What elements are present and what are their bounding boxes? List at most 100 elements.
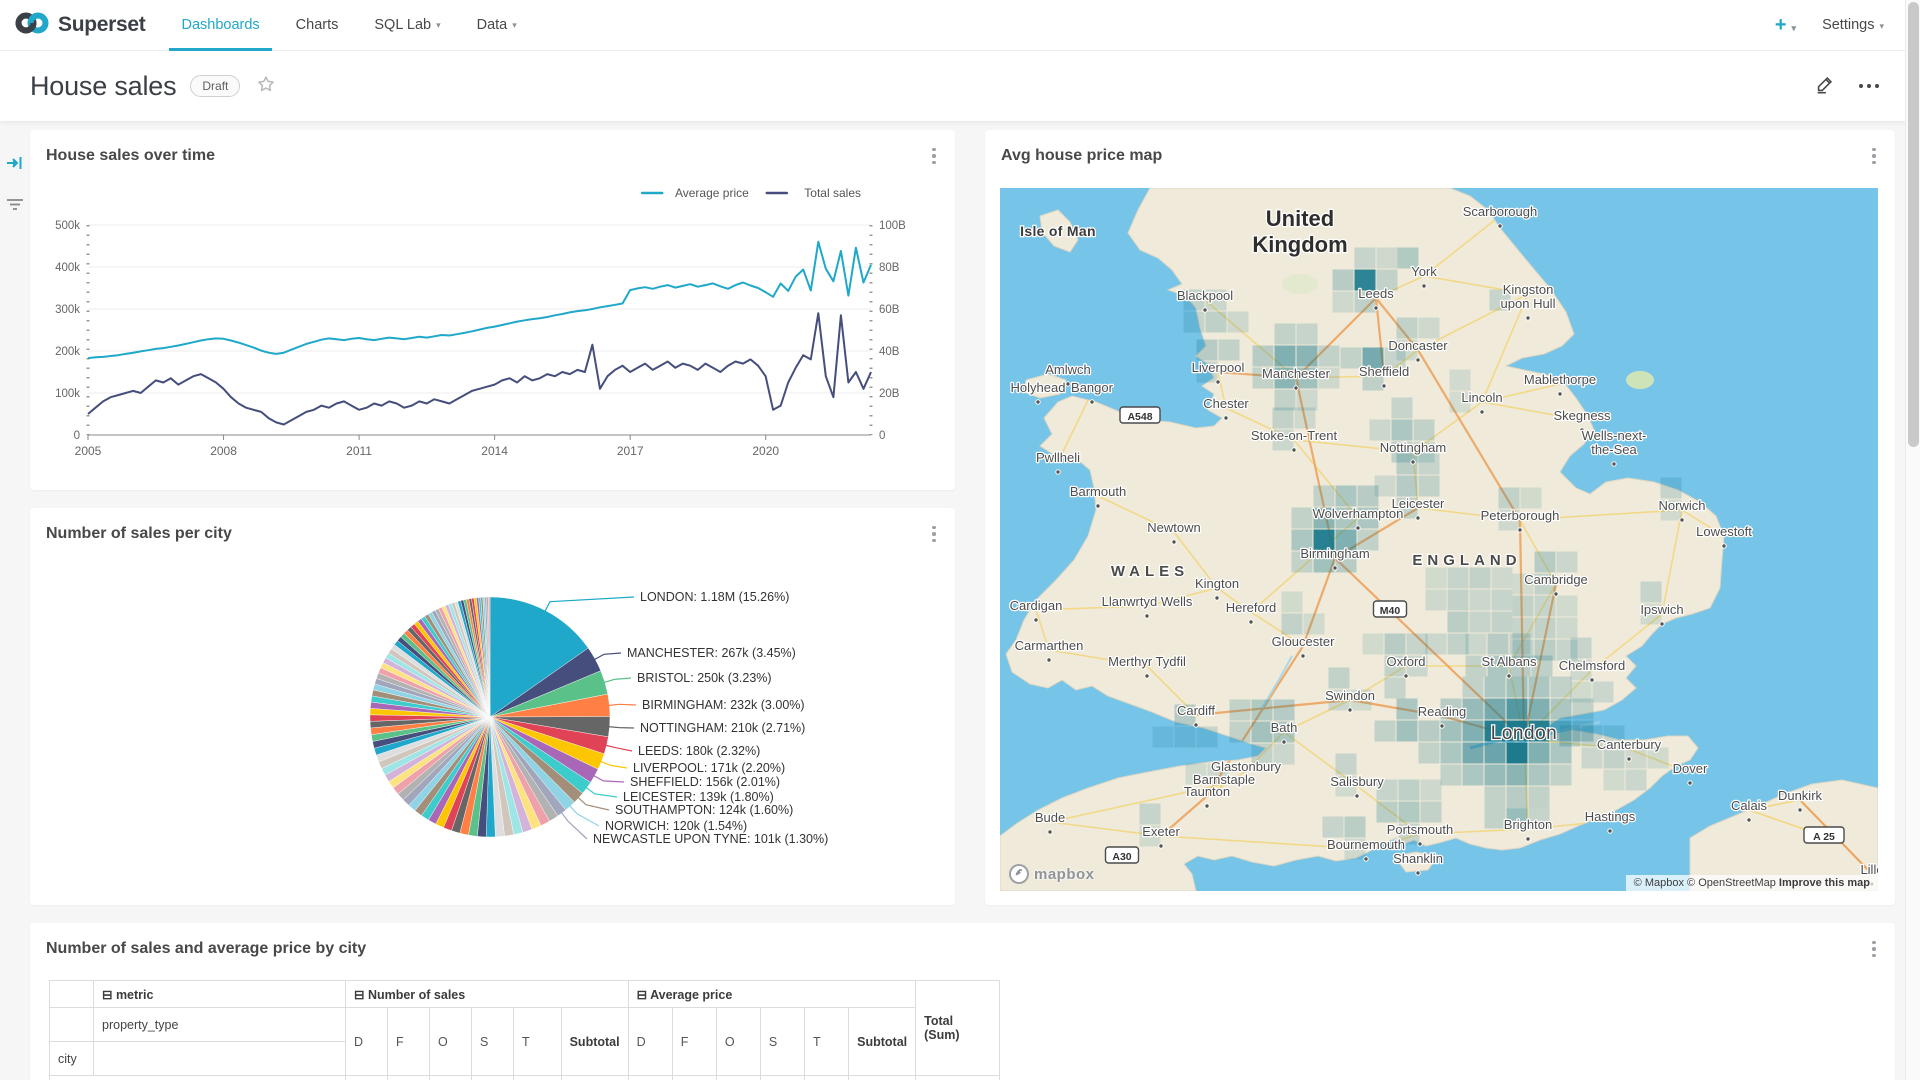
- nav-item-dashboards[interactable]: Dashboards: [163, 0, 277, 50]
- new-item-button[interactable]: +▾: [1775, 14, 1796, 37]
- mapbox-logo[interactable]: mapbox: [1008, 863, 1095, 885]
- average-price-group-header: ⊟ Average price: [628, 981, 916, 1008]
- pie-slice-label: NEWCASTLE UPON TYNE: 101k (1.30%): [593, 832, 828, 846]
- price-value: 746k: [716, 1076, 760, 1080]
- chart-menu-kebab-icon[interactable]: [927, 145, 941, 167]
- pie-slice-label: LEICESTER: 139k (1.80%): [623, 790, 774, 804]
- line-chart: Total salesAverage price00100k20B200k40B…: [30, 173, 923, 473]
- nav-right: +▾ Settings▾: [1775, 14, 1920, 37]
- map-city-label: Exeter: [1142, 824, 1180, 839]
- mapbox-attribution-link[interactable]: © Mapbox: [1634, 877, 1684, 889]
- map-city-label: Manchester: [1262, 366, 1331, 381]
- svg-text:100k: 100k: [55, 388, 80, 400]
- svg-text:2008: 2008: [210, 444, 237, 458]
- map-region-label: WALES: [1111, 563, 1189, 580]
- filter-rail: [6, 155, 24, 217]
- nav-item-data[interactable]: Data▾: [459, 0, 535, 50]
- map-city-label: Portsmouth: [1387, 822, 1453, 837]
- chart-title: Avg house price map: [1001, 147, 1162, 165]
- nav-items: DashboardsChartsSQL Lab▾Data▾: [163, 0, 534, 50]
- map-city-label: Wells-next-: [1582, 428, 1647, 443]
- sales-value: 841: [472, 1076, 514, 1080]
- filter-icon[interactable]: [6, 198, 24, 217]
- map-attribution: © Mapbox © OpenStreetMap Improve this ma…: [1626, 875, 1878, 891]
- price-value: 202k: [672, 1076, 716, 1080]
- pie-slice-label: NOTTINGHAM: 210k (2.71%): [640, 721, 805, 735]
- map-city-label: Doncaster: [1388, 338, 1448, 353]
- page-scrollbar[interactable]: [1905, 0, 1920, 1080]
- more-actions-icon[interactable]: [1858, 77, 1880, 95]
- map-city-label: Brighton: [1504, 817, 1552, 832]
- col-D: D: [346, 1008, 388, 1076]
- svg-text:300k: 300k: [55, 304, 80, 316]
- map-city-label: Salisbury: [1330, 774, 1384, 789]
- col-S: S: [472, 1008, 514, 1076]
- pie-slice-label: BRISTOL: 250k (3.23%): [637, 671, 772, 685]
- svg-text:0: 0: [74, 430, 80, 442]
- map-city-label: Cardiff: [1177, 703, 1215, 718]
- map-city-label: Gloucester: [1272, 634, 1336, 649]
- card-number-of-sales-per-city: Number of sales per city LONDON: 1.18M (…: [30, 508, 955, 905]
- map-city-label: Llanwrtyd Wells: [1102, 594, 1193, 609]
- map-city-label: Norwich: [1659, 498, 1706, 513]
- svg-text:20B: 20B: [879, 388, 900, 400]
- map-city-label: Chester: [1203, 396, 1249, 411]
- uk-map-canvas: ScarboroughYorkKingstonupon HullBlackpoo…: [1000, 188, 1878, 891]
- svg-text:80B: 80B: [879, 262, 900, 274]
- scrollbar-thumb[interactable]: [1908, 2, 1919, 447]
- pie-slice-label: SHEFFIELD: 156k (2.01%): [630, 775, 780, 789]
- map-city-label: Blackpool: [1177, 288, 1233, 303]
- price-subtotal: 2.18M: [849, 1076, 916, 1080]
- pie-slice-label: BIRMINGHAM: 232k (3.00%): [642, 698, 805, 712]
- expand-filter-bar-icon[interactable]: [6, 155, 24, 176]
- svg-text:60B: 60B: [879, 304, 900, 316]
- svg-text:2017: 2017: [617, 444, 644, 458]
- col-O: O: [430, 1008, 472, 1076]
- map-city-label: Leeds: [1358, 286, 1394, 301]
- pie-slice-label: LEEDS: 180k (2.32%): [638, 744, 760, 758]
- map-city-label: Amlwch: [1045, 362, 1091, 377]
- map-city-label: Bude: [1035, 810, 1065, 825]
- nav-item-sql-lab[interactable]: SQL Lab▾: [356, 0, 458, 50]
- superset-dashboard-page: Superset DashboardsChartsSQL Lab▾Data▾ +…: [0, 0, 1920, 1080]
- property-type-header: property_type: [94, 1008, 346, 1042]
- chart-menu-kebab-icon[interactable]: [1867, 145, 1881, 167]
- osm-attribution-link[interactable]: © OpenStreetMap: [1687, 877, 1776, 889]
- city-cell: ABBOTS LANGLEY: [50, 1076, 346, 1080]
- chevron-down-icon: ▾: [1879, 21, 1884, 31]
- map-city-label: Peterborough: [1481, 508, 1560, 523]
- map-city-label: Nottingham: [1380, 440, 1446, 455]
- map-city-label: Bangor: [1071, 380, 1114, 395]
- map-city-label: Calais: [1731, 798, 1768, 813]
- city-header: city: [50, 1042, 94, 1076]
- chart-menu-kebab-icon[interactable]: [1867, 938, 1881, 960]
- map-region-label: United: [1266, 206, 1334, 231]
- map-city-label: Taunton: [1184, 784, 1230, 799]
- pie-chart: LONDON: 1.18M (15.26%)MANCHESTER: 267k (…: [30, 551, 923, 896]
- svg-text:40B: 40B: [879, 346, 900, 358]
- svg-text:Average price: Average price: [675, 186, 749, 200]
- edit-pencil-icon[interactable]: [1814, 73, 1836, 100]
- svg-text:2020: 2020: [752, 444, 779, 458]
- pie-slice-label: SOUTHAMPTON: 124k (1.60%): [615, 803, 793, 817]
- mapbox-map[interactable]: ScarboroughYorkKingstonupon HullBlackpoo…: [1000, 188, 1878, 891]
- map-city-label: Stoke-on-Trent: [1251, 428, 1338, 443]
- pie-slice-label: NORWICH: 120k (1.54%): [605, 819, 747, 833]
- improve-map-link[interactable]: Improve this map: [1779, 877, 1870, 889]
- favorite-star-icon[interactable]: [256, 74, 276, 99]
- settings-menu[interactable]: Settings▾: [1822, 17, 1884, 33]
- map-city-label: Bournemouth: [1327, 837, 1405, 852]
- sales-value: 635: [388, 1076, 430, 1080]
- superset-brand[interactable]: Superset: [0, 11, 163, 40]
- map-city-label: upon Hull: [1501, 296, 1556, 311]
- pie-slice-label: LONDON: 1.18M (15.26%): [640, 590, 789, 604]
- col-F: F: [672, 1008, 716, 1076]
- card-house-sales-over-time: House sales over time Total salesAverage…: [30, 130, 955, 490]
- superset-logo-icon: [14, 11, 50, 40]
- map-city-label: Dunkirk: [1778, 788, 1823, 803]
- map-city-label: Lincoln: [1461, 390, 1502, 405]
- map-city-label: Reading: [1418, 704, 1466, 719]
- map-city-label: Holyhead: [1011, 380, 1066, 395]
- chart-menu-kebab-icon[interactable]: [927, 523, 941, 545]
- nav-item-charts[interactable]: Charts: [278, 0, 357, 50]
